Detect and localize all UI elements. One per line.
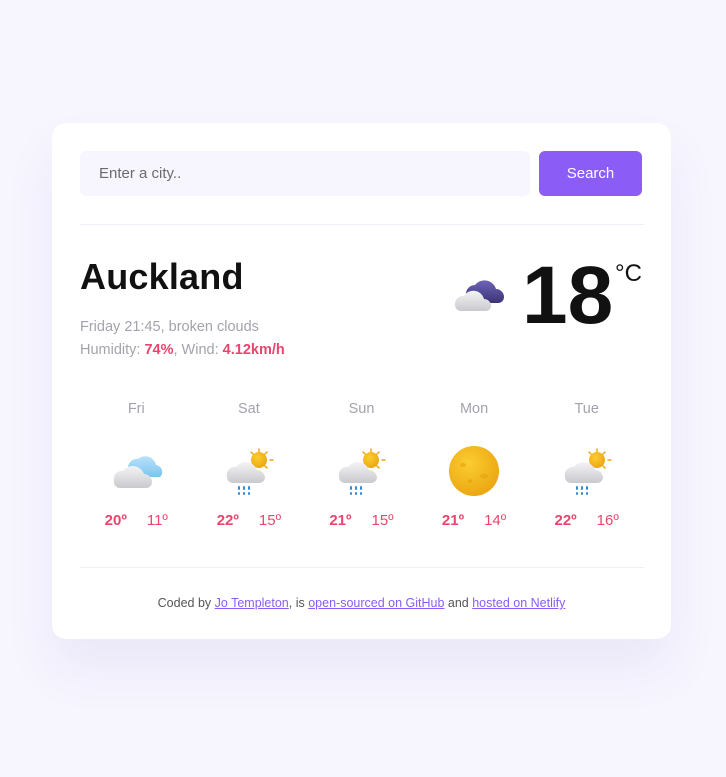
forecast-min-temp: 15º — [258, 512, 282, 529]
forecast-max-temp: 20º — [104, 512, 127, 529]
forecast-row: Fri 20º 11º Sat 22º 15º Sun 21º 15º Mon … — [80, 401, 643, 529]
wind-value: 4.12km/h — [222, 342, 285, 358]
search-input[interactable] — [80, 151, 530, 196]
search-button[interactable]: Search — [539, 151, 642, 196]
forecast-day-name: Sat — [238, 401, 260, 417]
cloudy-icon — [108, 443, 164, 499]
footer-text: , is — [288, 596, 309, 610]
rain-sun-icon — [333, 443, 389, 499]
netlify-link[interactable]: hosted on Netlify — [472, 596, 565, 610]
forecast-min-temp: 16º — [596, 512, 619, 529]
humidity-wind: Humidity: 74%, Wind: 4.12km/h — [80, 339, 285, 362]
datetime-description: Friday 21:45, broken clouds — [80, 319, 259, 335]
divider-bottom — [80, 567, 644, 568]
forecast-day-name: Mon — [459, 401, 489, 417]
forecast-day: Tue 22º 16º — [530, 401, 643, 529]
forecast-day: Sun 21º 15º — [305, 401, 418, 529]
forecast-max-temp: 21º — [441, 512, 465, 529]
forecast-day: Sat 22º 15º — [193, 401, 306, 529]
footer-text: and — [444, 596, 473, 610]
current-details: Friday 21:45, broken clouds Humidity: 74… — [80, 316, 285, 362]
broken-clouds-night-icon — [452, 273, 508, 313]
humidity-value: 74% — [144, 342, 174, 358]
forecast-min-temp: 15º — [371, 512, 394, 529]
rain-sun-icon — [221, 443, 277, 499]
search-form: Search — [80, 151, 642, 196]
rain-sun-icon — [559, 443, 615, 499]
weather-card: Search Auckland Friday 21:45, broken clo… — [52, 123, 671, 639]
forecast-temps: 21º 14º — [442, 512, 506, 529]
wind-label: , Wind: — [173, 342, 223, 358]
current-temperature: 18 — [522, 250, 614, 341]
forecast-day: Fri 20º 11º — [80, 401, 193, 529]
forecast-max-temp: 21º — [329, 512, 352, 529]
temperature-unit: °C — [615, 260, 642, 287]
forecast-day-name: Sun — [348, 401, 375, 417]
forecast-temps: 20º 11º — [105, 512, 168, 529]
forecast-min-temp: 11º — [146, 512, 168, 529]
forecast-temps: 22º 15º — [217, 512, 281, 529]
forecast-temps: 21º 15º — [329, 512, 393, 529]
city-name: Auckland — [80, 256, 244, 297]
forecast-day-name: Fri — [127, 401, 145, 417]
github-link[interactable]: open-sourced on GitHub — [308, 596, 444, 610]
forecast-max-temp: 22º — [216, 512, 239, 529]
author-link[interactable]: Jo Templeton — [215, 596, 289, 610]
footer: Coded by Jo Templeton, is open-sourced o… — [52, 596, 671, 610]
divider-top — [80, 224, 644, 225]
sun-icon — [446, 443, 502, 499]
forecast-temps: 22º 16º — [555, 512, 619, 529]
forecast-day: Mon 21º 14º — [418, 401, 531, 529]
forecast-day-name: Tue — [574, 401, 599, 417]
humidity-label: Humidity: — [80, 342, 145, 358]
footer-text: Coded by — [157, 596, 215, 610]
forecast-max-temp: 22º — [554, 512, 577, 529]
forecast-min-temp: 14º — [484, 512, 507, 529]
